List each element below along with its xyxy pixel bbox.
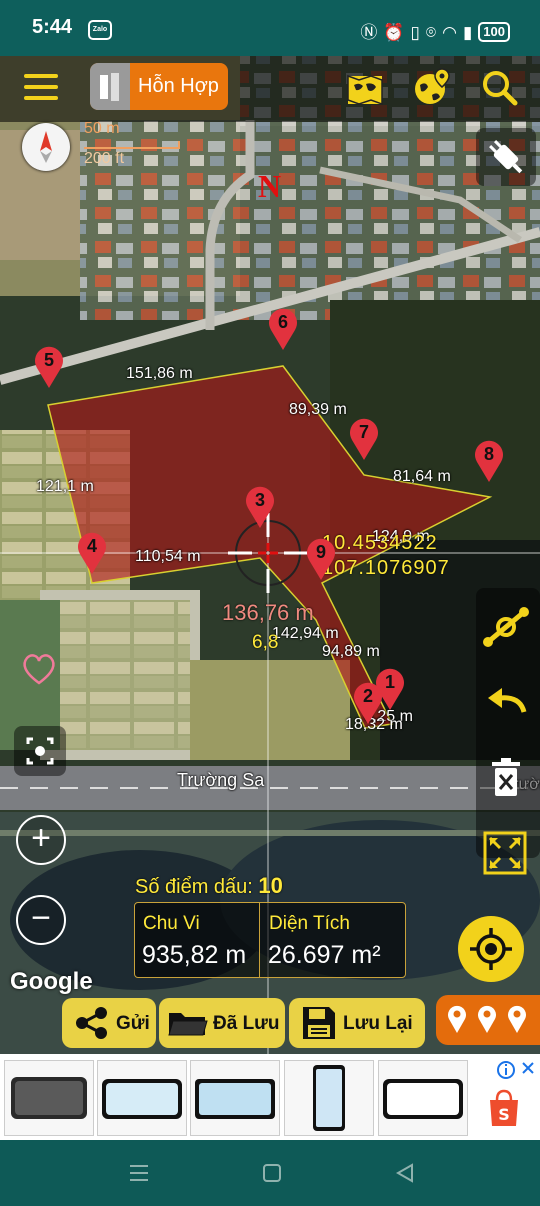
folder-icon [168, 1013, 208, 1036]
ad-banner[interactable]: S [0, 1054, 540, 1140]
marker-pin[interactable]: 4 [74, 530, 110, 576]
battery-icon: 100 [478, 22, 510, 42]
perimeter-label: Chu Vi [143, 913, 200, 934]
road-label: Trường Sa [177, 770, 265, 790]
area-cell: Diện Tích 26.697 m² [260, 903, 405, 977]
alarm-icon: ⏰ [383, 23, 411, 42]
zoom-out-button[interactable]: − [16, 895, 66, 945]
location-pins-icon [448, 1005, 526, 1033]
my-location-button[interactable] [458, 916, 524, 982]
longitude-readout: 107.1076907 [322, 557, 450, 579]
ad-product-image[interactable] [284, 1060, 374, 1136]
compass-button[interactable] [22, 123, 70, 171]
send-button[interactable]: Gửi [62, 998, 156, 1048]
distance-label: 94,89 m [322, 643, 380, 660]
minus-icon: − [31, 899, 51, 937]
marker-pin[interactable]: 3 [242, 484, 278, 530]
heart-icon[interactable] [20, 652, 58, 686]
ad-info-icon[interactable] [496, 1060, 516, 1080]
area-value: 26.697 m² [268, 941, 381, 969]
distance-label: 81,64 m [393, 468, 451, 485]
points-count: Số điểm dấu: 10 [135, 873, 283, 899]
latitude-readout: 10.4534522 [322, 532, 438, 554]
floppy-disk-icon [303, 1007, 335, 1039]
screenshot-button[interactable] [14, 726, 66, 776]
save-button[interactable]: Lưu Lại [289, 998, 425, 1048]
delete-icon[interactable] [486, 756, 526, 800]
distance-label: 142,94 m [272, 625, 339, 642]
ad-product-image[interactable] [378, 1060, 468, 1136]
saved-button[interactable]: Đã Lưu [159, 998, 285, 1048]
vibrate-icon: ▯ [410, 23, 426, 42]
ad-product-image[interactable] [190, 1060, 280, 1136]
points-label: Số điểm dấu: [135, 876, 253, 898]
map-layer-icon [90, 63, 130, 110]
search-icon[interactable] [480, 68, 520, 108]
measurement-box: Chu Vi 935,82 m Diện Tích 26.697 m² [134, 902, 406, 978]
ad-product-image[interactable] [97, 1060, 187, 1136]
perimeter-value: 935,82 m [142, 941, 247, 969]
svg-text:S: S [498, 1105, 510, 1124]
points-value: 10 [258, 873, 283, 898]
markers-button[interactable] [436, 995, 540, 1045]
saved-label: Đã Lưu [213, 1013, 280, 1034]
ad-close-icon[interactable] [520, 1060, 536, 1076]
home-icon[interactable] [261, 1162, 283, 1184]
capture-frame-icon [26, 737, 54, 765]
distance-label: 151,86 m [126, 365, 193, 382]
location-icon: ⌾ [425, 23, 443, 42]
fit-extent-icon[interactable] [482, 830, 528, 876]
share-icon [76, 1007, 107, 1039]
measure-line-icon[interactable] [480, 604, 532, 650]
scale-imperial: 200 ft [84, 150, 125, 167]
signal-icon: ▮ [462, 23, 479, 42]
top-toolbar [0, 56, 540, 122]
map-mode-button[interactable]: Hỗn Hợp [90, 63, 228, 110]
globe-pin-icon[interactable] [412, 67, 452, 107]
zoom-in-button[interactable]: + [16, 815, 66, 865]
gps-connect-button[interactable] [476, 128, 536, 186]
marker-pin[interactable]: 5 [31, 344, 67, 390]
distance-label: 89,39 m [289, 401, 347, 418]
marker-pin[interactable]: 8 [471, 438, 507, 484]
compass-needle-icon [40, 131, 52, 163]
zalo-icon: Zalo [88, 20, 112, 40]
marker-pin[interactable]: 2 [350, 680, 386, 726]
plus-icon: + [31, 819, 51, 857]
system-nav-bar [0, 1140, 540, 1206]
world-map-icon[interactable] [345, 69, 385, 109]
distance-label: 110,54 m [135, 548, 201, 565]
wifi-icon: ◠ [442, 23, 463, 42]
marker-pin[interactable]: 7 [346, 416, 382, 462]
distance-label-partial: 6,8 [252, 632, 279, 653]
clock: 5:44 [32, 16, 73, 38]
map-mode-label: Hỗn Hợp [138, 75, 219, 97]
send-label: Gửi [116, 1013, 150, 1034]
plug-icon [489, 140, 523, 174]
north-indicator: N [258, 168, 282, 204]
crosshair-target-icon [470, 928, 512, 970]
distance-label-highlight: 136,76 m [222, 600, 314, 625]
save-label: Lưu Lại [343, 1013, 413, 1034]
menu-icon[interactable] [24, 74, 58, 100]
scale-metric: 50 m [84, 120, 120, 137]
marker-pin[interactable]: 6 [265, 306, 301, 352]
nfc-icon: Ⓝ [360, 23, 384, 42]
back-icon[interactable] [394, 1162, 416, 1184]
marker-pin[interactable]: 9 [303, 536, 339, 582]
undo-icon[interactable] [482, 682, 532, 722]
recent-apps-icon[interactable] [128, 1162, 150, 1184]
shopee-icon[interactable]: S [486, 1088, 522, 1128]
area-label: Diện Tích [269, 913, 350, 934]
ad-product-image[interactable] [4, 1060, 94, 1136]
scale-bar [84, 141, 180, 149]
status-icons: Ⓝ⏰▯⌾◠▮ 100 [360, 18, 510, 43]
status-bar: 5:44 Zalo Ⓝ⏰▯⌾◠▮ 100 [0, 0, 540, 56]
perimeter-cell: Chu Vi 935,82 m [135, 903, 260, 977]
google-logo: Google [10, 968, 93, 995]
distance-label: 121,1 m [36, 478, 94, 495]
